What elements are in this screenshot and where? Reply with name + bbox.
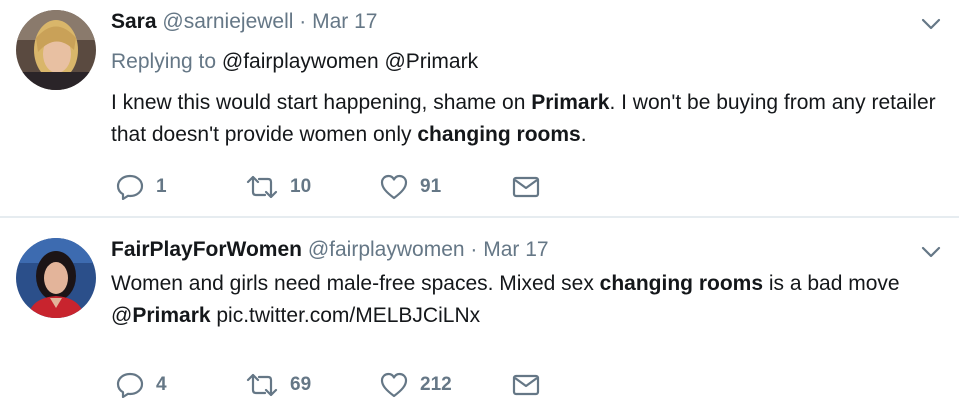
separator: · bbox=[470, 238, 478, 261]
user-handle[interactable]: @fairplaywomen bbox=[308, 238, 465, 261]
retweet-icon bbox=[246, 174, 278, 200]
direct-message-button[interactable] bbox=[512, 370, 540, 400]
like-count: 91 bbox=[420, 176, 442, 197]
replying-label: Replying to bbox=[111, 50, 217, 73]
highlight-term: Primark bbox=[531, 91, 610, 114]
replying-mentions[interactable]: @fairplaywomen @Primark bbox=[222, 50, 478, 73]
heart-icon bbox=[380, 174, 408, 200]
reply-count: 1 bbox=[156, 176, 167, 197]
retweet-count: 10 bbox=[290, 176, 312, 197]
user-handle[interactable]: @sarniejewell bbox=[162, 10, 293, 33]
avatar[interactable] bbox=[16, 10, 96, 90]
tweet-date[interactable]: Mar 17 bbox=[312, 10, 377, 33]
display-name[interactable]: Sara bbox=[111, 10, 157, 33]
tweet[interactable]: FairPlayForWomen @fairplaywomen · Mar 17… bbox=[0, 218, 959, 408]
reply-icon bbox=[116, 174, 144, 200]
avatar[interactable] bbox=[16, 238, 96, 318]
like-button[interactable]: 212 bbox=[380, 370, 452, 400]
retweet-button[interactable]: 69 bbox=[246, 370, 311, 400]
replying-to: Replying to @fairplaywomen @Primark bbox=[111, 50, 478, 74]
text-part: . bbox=[580, 123, 587, 146]
direct-message-button[interactable] bbox=[512, 172, 540, 202]
tweet-text: I knew this would start happening, shame… bbox=[111, 87, 951, 151]
reply-button[interactable]: 1 bbox=[116, 172, 167, 202]
highlight-term: changing rooms bbox=[599, 272, 764, 295]
retweet-count: 69 bbox=[290, 374, 312, 395]
text-part: Women and girls need male-free spaces. M… bbox=[111, 272, 600, 295]
tweet-date[interactable]: Mar 17 bbox=[483, 238, 548, 261]
highlight-term: changing rooms bbox=[417, 123, 581, 146]
highlight-term: Primark bbox=[132, 304, 211, 327]
reply-icon bbox=[116, 372, 144, 398]
tweet-header: FairPlayForWomen @fairplaywomen · Mar 17 bbox=[111, 238, 549, 262]
tweet-text: Women and girls need male-free spaces. M… bbox=[111, 268, 951, 332]
chevron-down-icon[interactable] bbox=[919, 240, 943, 264]
retweet-icon bbox=[246, 372, 278, 398]
tweet[interactable]: Sara @sarniejewell · Mar 17 Replying to … bbox=[0, 0, 959, 216]
reply-count: 4 bbox=[156, 374, 167, 395]
display-name[interactable]: FairPlayForWomen bbox=[111, 238, 302, 261]
like-button[interactable]: 91 bbox=[380, 172, 441, 202]
text-part: I knew this would start happening, shame… bbox=[111, 91, 532, 114]
envelope-icon bbox=[512, 373, 540, 397]
chevron-down-icon[interactable] bbox=[919, 12, 943, 36]
reply-button[interactable]: 4 bbox=[116, 370, 167, 400]
tweet-header: Sara @sarniejewell · Mar 17 bbox=[111, 10, 377, 34]
retweet-button[interactable]: 10 bbox=[246, 172, 311, 202]
envelope-icon bbox=[512, 175, 540, 199]
tweet-link[interactable]: pic.twitter.com/MELBJCiLNx bbox=[211, 304, 480, 327]
heart-icon bbox=[380, 372, 408, 398]
like-count: 212 bbox=[420, 374, 452, 395]
separator: · bbox=[299, 10, 307, 33]
